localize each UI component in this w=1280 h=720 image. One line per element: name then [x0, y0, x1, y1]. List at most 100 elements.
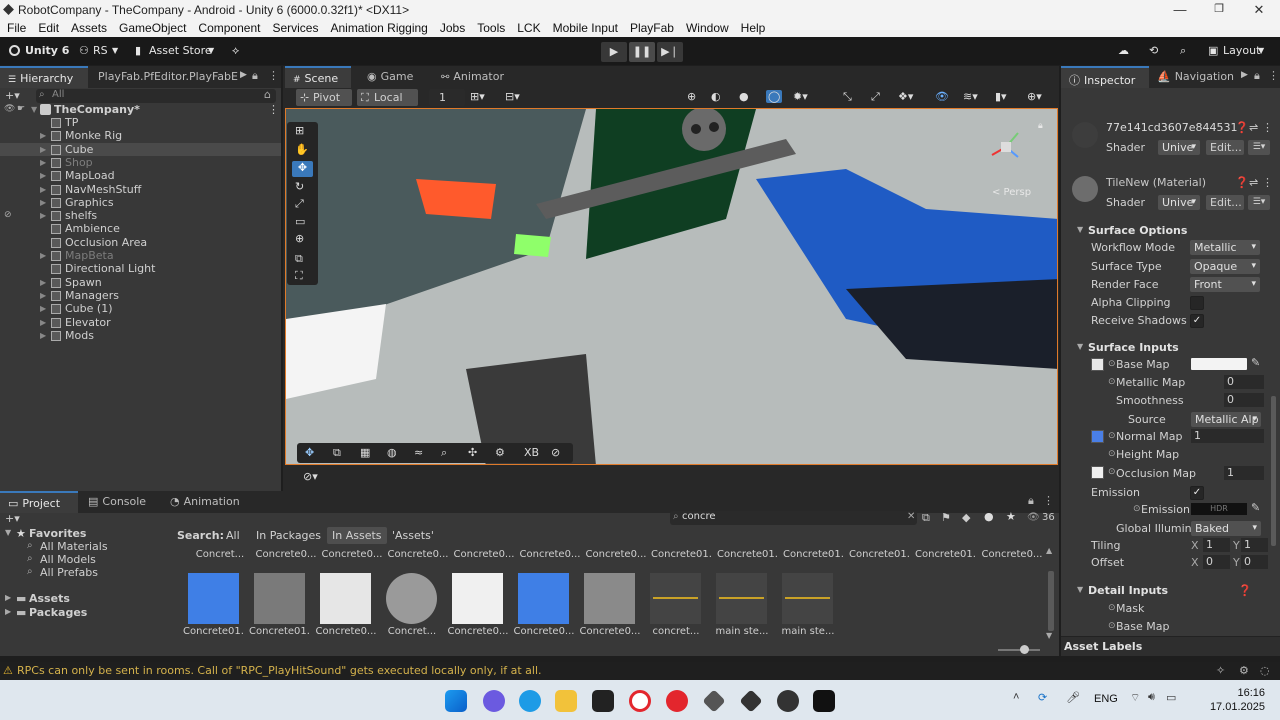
unity-version-label[interactable]: Unity 6 [25, 44, 69, 57]
texture-thumbnail[interactable] [452, 573, 503, 624]
windows-start-icon[interactable] [445, 690, 467, 712]
menu-file[interactable]: File [6, 19, 32, 37]
move-tool-icon[interactable]: ✥ [292, 161, 313, 177]
scroll-up-icon[interactable]: ▲ [1046, 546, 1052, 555]
alpha-clipping-checkbox[interactable] [1190, 296, 1204, 310]
local-dropdown[interactable]: ⛶ Local [357, 89, 418, 106]
debug-icon[interactable]: ✧ [1216, 662, 1225, 680]
base-map-color-swatch[interactable] [1191, 358, 1247, 370]
overlay-search-icon[interactable]: ⌕ [441, 446, 447, 460]
eyedropper-icon[interactable]: ✎ [1251, 356, 1260, 369]
pause-button[interactable]: ❚❚ [629, 42, 655, 62]
menu-kebab-icon[interactable]: ⋮ [268, 69, 279, 82]
tab-hierarchy[interactable]: ☰ Hierarchy [0, 66, 88, 88]
offset-x-field[interactable]: 0 [1203, 555, 1230, 569]
project-scrollbar[interactable] [1048, 571, 1054, 631]
label-icon[interactable]: ◆ [962, 511, 970, 524]
asset-item-label[interactable]: Concrete01... [849, 549, 911, 560]
audio-clip-thumbnail[interactable] [650, 573, 701, 624]
overlay-settings-icon[interactable]: ⚙ [495, 446, 505, 459]
hierarchy-row[interactable]: ▶ Cube (1) [0, 302, 281, 315]
transform-tool-icon[interactable]: ⊕ [295, 232, 304, 245]
epic-games-icon[interactable] [592, 690, 614, 712]
overlay-arrows-icon[interactable]: ✣ [468, 446, 477, 459]
asset-item-label[interactable]: Concrete0... [519, 549, 581, 560]
help-icon[interactable]: ❓ [1235, 176, 1249, 189]
info-icon[interactable]: ● [984, 510, 994, 523]
workflow-mode-dropdown[interactable]: Metallic [1190, 240, 1260, 255]
scene-root-row[interactable]: 👁︎ ☛ ▼ TheCompany* ⋮ [0, 103, 281, 116]
asset-item-label[interactable]: Concrete0... [579, 626, 641, 637]
snap-value-field[interactable]: 1 [429, 89, 465, 106]
surface-options-header[interactable]: Surface Options [1088, 224, 1187, 237]
visibility-toggle-icon[interactable]: 👁︎ [935, 90, 949, 103]
microphone-icon[interactable]: 🎤︎ [1066, 691, 1080, 704]
texture-thumbnail[interactable] [188, 573, 239, 624]
fav-all-materials[interactable]: All Materials [40, 540, 108, 553]
menu-assets[interactable]: Assets [70, 19, 113, 37]
shader-dropdown[interactable]: Unive [1158, 195, 1200, 210]
visibility-icon[interactable]: 👁︎ [4, 103, 15, 116]
asset-item-label[interactable]: Concrete0... [513, 626, 575, 637]
foldout-arrow-icon[interactable]: ▼ [1077, 585, 1083, 594]
eyedropper-icon[interactable]: ✎ [1251, 501, 1260, 514]
history-icon[interactable]: ⟲ [1149, 44, 1158, 57]
foldout-arrow-icon[interactable]: ▶ [5, 607, 11, 616]
search-by-type-icon[interactable]: ⧉ [922, 511, 930, 525]
render-face-dropdown[interactable]: Front [1190, 277, 1260, 292]
foldout-arrow-icon[interactable]: ▶ [5, 593, 11, 602]
texture-thumbnail[interactable] [320, 573, 371, 624]
tab-animation[interactable]: ◔ Animation [162, 491, 252, 513]
fav-all-models[interactable]: All Models [40, 553, 96, 566]
grid-snap-icon[interactable]: ⊞▾ [470, 90, 485, 103]
asset-item-label[interactable]: Concrete01... [717, 549, 779, 560]
more-tabs-icon[interactable]: ▶ [1241, 70, 1248, 80]
detail-inputs-header[interactable]: Detail Inputs [1088, 584, 1168, 597]
expand-arrow-icon[interactable]: ▶ [40, 156, 46, 169]
lock-icon[interactable]: 🔒︎ [1028, 494, 1034, 508]
search-icon[interactable]: ⌕ [1180, 44, 1186, 58]
pivot-dropdown[interactable]: ⊹ Pivot [296, 89, 352, 106]
overlay-wave-icon[interactable]: ≈ [414, 446, 423, 459]
emission-checkbox[interactable]: ✓ [1190, 486, 1204, 500]
xb-button[interactable]: XB [524, 446, 539, 459]
filter-in-assets[interactable]: In Assets [327, 527, 387, 544]
gizmos-icon[interactable]: ⊕▾ [1027, 90, 1042, 103]
expand-arrow-icon[interactable]: ▶ [40, 169, 46, 182]
overlay-grid-icon[interactable]: ▦ [360, 446, 370, 459]
offset-y-field[interactable]: 0 [1241, 555, 1268, 569]
hand-tool-icon[interactable]: ✋ [295, 143, 309, 156]
expand-arrow-icon[interactable]: ▶ [40, 289, 46, 302]
add-icon[interactable]: +▾ [5, 89, 20, 102]
overlay-move-icon[interactable]: ✥ [305, 446, 314, 459]
preset-icon[interactable]: ⇌ [1249, 176, 1258, 189]
asset-item-label[interactable]: Concrete01... [915, 549, 977, 560]
asset-item-label[interactable]: main ste... [711, 626, 773, 637]
asset-item-label[interactable]: Concrete0... [315, 626, 377, 637]
asset-item-label[interactable]: Concrete01... [783, 549, 845, 560]
menu-lck[interactable]: LCK [516, 19, 546, 37]
asset-item-label[interactable]: Concrete0... [981, 549, 1043, 560]
asset-item-label[interactable]: Concrete01... [249, 626, 311, 637]
fav-all-prefabs[interactable]: All Prefabs [40, 566, 98, 579]
tray-arrow-icon[interactable]: ˄ [1013, 691, 1019, 703]
hierarchy-row[interactable]: ▶ NavMeshStuff [0, 183, 281, 196]
tiling-y-field[interactable]: 1 [1241, 538, 1268, 552]
surface-inputs-header[interactable]: Surface Inputs [1088, 341, 1179, 354]
expand-arrow-icon[interactable]: ▶ [40, 276, 46, 289]
menu-kebab-icon[interactable]: ⋮ [1262, 176, 1273, 189]
metallic-value-field[interactable]: 0 [1224, 375, 1264, 389]
steam-icon[interactable] [777, 690, 799, 712]
expand-arrow-icon[interactable]: ▶ [40, 329, 46, 342]
normal-map-slot[interactable] [1091, 430, 1104, 443]
asset-item-label[interactable]: Concrete0... [447, 626, 509, 637]
shader-menu-icon[interactable]: ☰▾ [1248, 195, 1270, 210]
hierarchy-row[interactable]: ▶ MapBeta [0, 249, 281, 262]
source-dropdown[interactable]: Metallic Alp [1191, 412, 1261, 427]
wifi-icon[interactable]: ⌔ [1130, 691, 1140, 705]
menu-kebab-icon[interactable]: ⋮ [1043, 494, 1054, 507]
thumbnail-size-slider[interactable] [998, 649, 1040, 651]
scroll-down-icon[interactable]: ▼ [1046, 631, 1052, 640]
layout-dropdown[interactable]: Layout [1223, 44, 1260, 57]
menu-services[interactable]: Services [271, 19, 324, 37]
